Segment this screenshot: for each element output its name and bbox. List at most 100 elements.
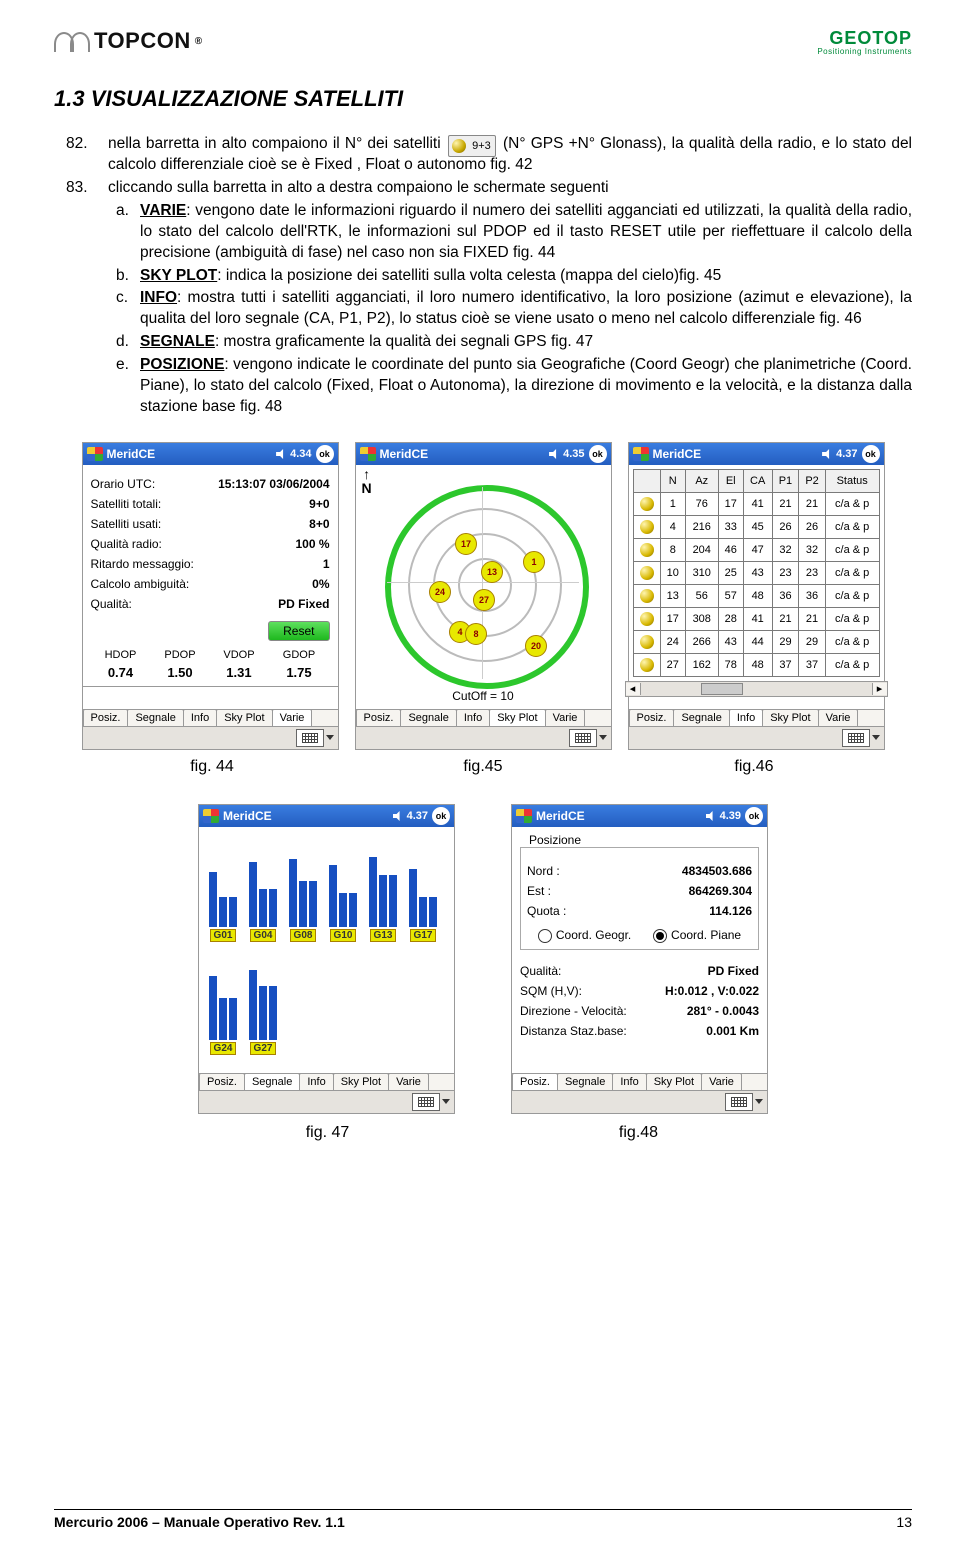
caption-fig47: fig. 47 xyxy=(200,1124,455,1142)
scroll-right-icon[interactable]: ▸ xyxy=(872,683,887,695)
clock: 4.37 xyxy=(836,448,857,460)
table-row: 135657483636c/a & p xyxy=(633,584,879,607)
tab-segnale[interactable]: Segnale xyxy=(400,709,456,726)
tab-sky-plot[interactable]: Sky Plot xyxy=(489,709,545,726)
scroll-thumb[interactable] xyxy=(701,683,743,695)
fieldset-label: Posizione xyxy=(526,833,584,847)
ok-button[interactable]: ok xyxy=(745,807,763,825)
ok-button[interactable]: ok xyxy=(862,445,880,463)
tab-info[interactable]: Info xyxy=(299,1073,333,1090)
info-row: Quota :114.126 xyxy=(527,904,752,918)
radio-coord-geogr[interactable]: Coord. Geogr. xyxy=(538,928,631,943)
tab-varie[interactable]: Varie xyxy=(701,1073,742,1090)
tab-info[interactable]: Info xyxy=(612,1073,646,1090)
tab-varie[interactable]: Varie xyxy=(272,709,313,726)
topcon-logo-text: TOPCON xyxy=(94,28,191,54)
tab-posiz-[interactable]: Posiz. xyxy=(629,709,675,726)
windows-flag-icon xyxy=(203,809,219,823)
table-row: 1031025432323c/a & p xyxy=(633,561,879,584)
titlebar: MeridCE 4.37 ok xyxy=(199,805,454,827)
caption-fig46: fig.46 xyxy=(627,758,882,776)
tab-sky-plot[interactable]: Sky Plot xyxy=(333,1073,389,1090)
info-row: Qualità:PD Fixed xyxy=(91,597,330,611)
text: : indica la posizione dei satelliti sull… xyxy=(217,267,721,284)
info-row: Ritardo messaggio:1 xyxy=(91,557,330,571)
radio-coord-piane[interactable]: Coord. Piane xyxy=(653,928,741,943)
titlebar: MeridCE 4.35ok xyxy=(356,443,611,465)
tabbar: Posiz.SegnaleInfoSky PlotVarie xyxy=(199,1073,454,1090)
screenshot-fig46: MeridCE 4.37ok NAzElCAP1P2Status 1761741… xyxy=(628,442,885,750)
satellite-marker: 13 xyxy=(481,561,503,583)
satellites-table: NAzElCAP1P2Status 17617412121c/a & p4216… xyxy=(633,469,880,677)
satellite-count-icon: 9+3 xyxy=(448,135,496,157)
tab-sky-plot[interactable]: Sky Plot xyxy=(762,709,818,726)
tab-posiz-[interactable]: Posiz. xyxy=(83,709,129,726)
text: : mostra tutti i satelliti agganciati, i… xyxy=(140,289,912,327)
app-title: MeridCE xyxy=(223,809,272,823)
tab-posiz-[interactable]: Posiz. xyxy=(356,709,402,726)
clock: 4.34 xyxy=(290,448,311,460)
reset-button[interactable]: Reset xyxy=(268,621,329,641)
clock: 4.37 xyxy=(407,810,428,822)
tab-varie[interactable]: Varie xyxy=(388,1073,429,1090)
topcon-reg: ® xyxy=(195,36,203,47)
chevron-down-icon xyxy=(872,735,880,740)
app-title: MeridCE xyxy=(536,809,585,823)
satellite-marker: 1 xyxy=(523,551,545,573)
tab-varie[interactable]: Varie xyxy=(545,709,586,726)
tab-sky-plot[interactable]: Sky Plot xyxy=(216,709,272,726)
tab-info[interactable]: Info xyxy=(729,709,763,726)
signal-bar-group: G13 xyxy=(367,837,399,942)
tab-posiz-[interactable]: Posiz. xyxy=(199,1073,245,1090)
ok-button[interactable]: ok xyxy=(432,807,450,825)
keyboard-toggle[interactable] xyxy=(412,1093,440,1111)
horizontal-scrollbar[interactable]: ◂ ▸ xyxy=(625,681,888,697)
keyboard-toggle[interactable] xyxy=(569,729,597,747)
text: cliccando sulla barretta in alto a destr… xyxy=(108,178,609,199)
satellite-marker: 24 xyxy=(429,581,451,603)
tab-segnale[interactable]: Segnale xyxy=(557,1073,613,1090)
item-keyword: SEGNALE xyxy=(140,333,215,350)
windows-flag-icon xyxy=(633,447,649,461)
keyboard-toggle[interactable] xyxy=(842,729,870,747)
geotop-text: GEOTOP xyxy=(829,28,912,48)
info-row: Est :864269.304 xyxy=(527,884,752,898)
table-row: 2426643442929c/a & p xyxy=(633,630,879,653)
speaker-icon xyxy=(393,811,403,821)
signal-bar-group: G08 xyxy=(287,837,319,942)
app-title: MeridCE xyxy=(380,447,429,461)
tab-posiz-[interactable]: Posiz. xyxy=(512,1073,558,1090)
footer-title: Mercurio 2006 – Manuale Operativo Rev. 1… xyxy=(54,1514,345,1530)
page-number: 13 xyxy=(896,1514,912,1530)
signal-bar-group: G17 xyxy=(407,837,439,942)
tab-info[interactable]: Info xyxy=(183,709,217,726)
keyboard-toggle[interactable] xyxy=(296,729,324,747)
item-number: 82. xyxy=(66,134,108,176)
table-row: 421633452626c/a & p xyxy=(633,515,879,538)
tab-varie[interactable]: Varie xyxy=(818,709,859,726)
item-keyword: INFO xyxy=(140,289,177,306)
scroll-left-icon[interactable]: ◂ xyxy=(626,683,641,695)
tab-segnale[interactable]: Segnale xyxy=(673,709,729,726)
list-item-b: b. SKY PLOT: indica la posizione dei sat… xyxy=(116,266,912,287)
info-row: Qualità:PD Fixed xyxy=(520,964,759,978)
ok-button[interactable]: ok xyxy=(589,445,607,463)
signal-bar-group: G27 xyxy=(247,950,279,1055)
info-row: Orario UTC:15:13:07 03/06/2004 xyxy=(91,477,330,491)
table-row: 820446473232c/a & p xyxy=(633,538,879,561)
item-letter: c. xyxy=(116,288,140,330)
list-item-82: 82. nella barretta in alto compaiono il … xyxy=(66,134,912,176)
signal-bar-group: G10 xyxy=(327,837,359,942)
ok-button[interactable]: ok xyxy=(316,445,334,463)
signal-bar-group: G04 xyxy=(247,837,279,942)
item-letter: d. xyxy=(116,332,140,353)
tab-segnale[interactable]: Segnale xyxy=(127,709,183,726)
screenshot-fig48: MeridCE 4.39ok Posizione Nord :4834503.6… xyxy=(511,804,768,1114)
speaker-icon xyxy=(706,811,716,821)
tab-info[interactable]: Info xyxy=(456,709,490,726)
signal-bar-group: G01 xyxy=(207,837,239,942)
tab-segnale[interactable]: Segnale xyxy=(244,1073,300,1090)
screenshot-fig47: MeridCE 4.37ok G01G04G08G10G13G17G24G27 … xyxy=(198,804,455,1114)
keyboard-toggle[interactable] xyxy=(725,1093,753,1111)
tab-sky-plot[interactable]: Sky Plot xyxy=(646,1073,702,1090)
